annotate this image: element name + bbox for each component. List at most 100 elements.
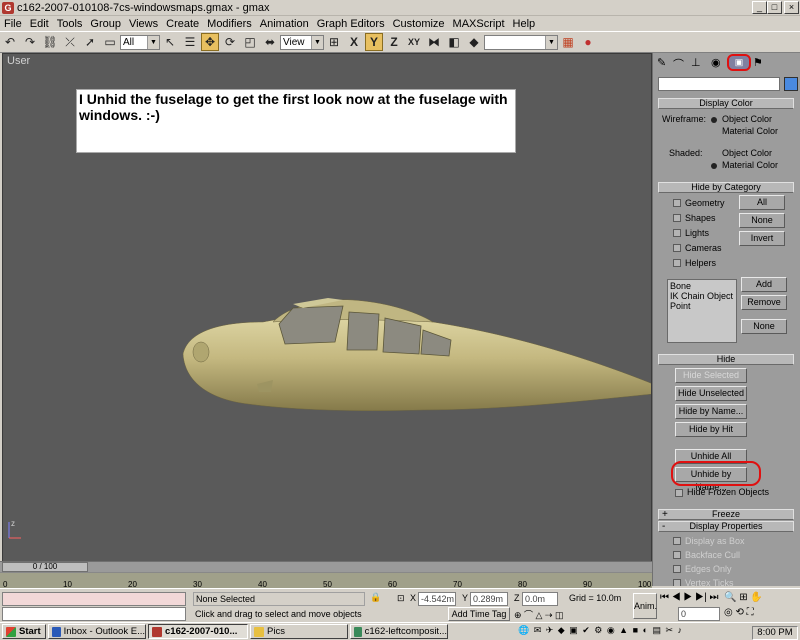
cameras-checkbox[interactable] bbox=[673, 244, 681, 252]
restrict-x-icon[interactable]: X bbox=[345, 33, 363, 51]
display-color-rollout-header[interactable]: Display Color bbox=[658, 98, 794, 109]
selection-filter-dropdown[interactable]: All bbox=[120, 34, 160, 50]
freeze-rollout-header[interactable]: + Freeze bbox=[658, 509, 794, 520]
all-button[interactable]: All bbox=[739, 195, 785, 210]
menu-modifiers[interactable]: Modifiers bbox=[203, 18, 256, 30]
material-editor-icon[interactable]: ▦ bbox=[559, 33, 577, 51]
region-select-icon[interactable]: ▭ bbox=[101, 33, 119, 51]
display-tab-icon[interactable]: ▣ bbox=[727, 54, 751, 71]
remove-button[interactable]: Remove bbox=[741, 295, 787, 310]
time-slider-thumb[interactable]: 0 / 100 bbox=[2, 562, 88, 572]
menu-customize[interactable]: Customize bbox=[389, 18, 449, 30]
menu-file[interactable]: File bbox=[0, 18, 26, 30]
hide-frozen-checkbox[interactable] bbox=[675, 489, 683, 497]
task-outlook[interactable]: Inbox - Outlook E... bbox=[48, 624, 146, 639]
menu-create[interactable]: Create bbox=[162, 18, 203, 30]
lights-checkbox[interactable] bbox=[673, 229, 681, 237]
select-and-rotate-icon[interactable]: ⟳ bbox=[221, 33, 239, 51]
hierarchy-tab-icon[interactable]: ⊥ bbox=[691, 56, 701, 69]
minimize-button[interactable]: _ bbox=[752, 1, 767, 14]
list-item[interactable]: Point bbox=[670, 301, 691, 311]
restrict-z-icon[interactable]: Z bbox=[385, 33, 403, 51]
menu-maxscript[interactable]: MAXScript bbox=[449, 18, 509, 30]
list-item[interactable]: IK Chain Object bbox=[670, 291, 733, 301]
list-item[interactable]: Bone bbox=[670, 281, 691, 291]
geometry-checkbox[interactable] bbox=[673, 199, 681, 207]
animate-button[interactable]: Anim. bbox=[633, 593, 657, 619]
menu-help[interactable]: Help bbox=[509, 18, 540, 30]
select-by-name-icon[interactable]: ☰ bbox=[181, 33, 199, 51]
time-slider[interactable]: 0 / 100 bbox=[0, 561, 652, 572]
display-as-box-checkbox[interactable] bbox=[673, 537, 681, 545]
edges-only-checkbox[interactable] bbox=[673, 565, 681, 573]
display-properties-rollout-header[interactable]: - Display Properties bbox=[658, 521, 794, 532]
menu-graph-editors[interactable]: Graph Editors bbox=[313, 18, 389, 30]
maxscript-input-field[interactable] bbox=[2, 607, 186, 621]
invert-button[interactable]: Invert bbox=[739, 231, 785, 246]
maxscript-listener-field[interactable] bbox=[2, 592, 186, 606]
category-listbox[interactable]: Bone IK Chain Object Point bbox=[667, 279, 737, 343]
x-coord-field[interactable]: -4.542m bbox=[418, 592, 456, 606]
current-frame-field[interactable]: 0 bbox=[678, 607, 720, 621]
select-and-squash-icon[interactable]: ⬌ bbox=[261, 33, 279, 51]
menu-views[interactable]: Views bbox=[125, 18, 162, 30]
create-tab-icon[interactable]: ✎ bbox=[657, 56, 666, 69]
wireframe-object-color-radio[interactable] bbox=[711, 117, 717, 123]
none-list-button[interactable]: None bbox=[741, 319, 787, 334]
lock-selection-icon[interactable]: 🔒 bbox=[370, 592, 382, 605]
z-coord-field[interactable]: 0.0m bbox=[522, 592, 558, 606]
start-button[interactable]: Start bbox=[2, 624, 46, 639]
utilities-tab-icon[interactable]: ⚑ bbox=[753, 56, 763, 69]
align-icon[interactable]: ◧ bbox=[445, 33, 463, 51]
menu-edit[interactable]: Edit bbox=[26, 18, 53, 30]
menu-animation[interactable]: Animation bbox=[256, 18, 313, 30]
modify-tab-icon[interactable]: ⌒ bbox=[673, 56, 684, 72]
snap-icon[interactable]: ◆ bbox=[465, 33, 483, 51]
restrict-xy-icon[interactable]: XY bbox=[405, 33, 423, 51]
menu-group[interactable]: Group bbox=[86, 18, 125, 30]
close-button[interactable]: × bbox=[784, 1, 799, 14]
menu-tools[interactable]: Tools bbox=[53, 18, 87, 30]
mirror-icon[interactable]: ⧓ bbox=[425, 33, 443, 51]
object-name-field[interactable] bbox=[658, 77, 780, 91]
restrict-y-icon[interactable]: Y bbox=[365, 33, 383, 51]
pivot-center-icon[interactable]: ⊞ bbox=[325, 33, 343, 51]
absolute-mode-icon[interactable]: ⊡ bbox=[397, 593, 405, 604]
backface-cull-checkbox[interactable] bbox=[673, 551, 681, 559]
task-composite[interactable]: c162-leftcomposit... bbox=[350, 624, 448, 639]
select-icon[interactable]: ↖ bbox=[161, 33, 179, 51]
task-pics[interactable]: Pics bbox=[250, 624, 348, 639]
shaded-material-color-radio[interactable] bbox=[711, 163, 717, 169]
hide-by-name-button[interactable]: Hide by Name... bbox=[675, 404, 747, 419]
tray-icons[interactable]: 🌐 ✉ ✈ ◆ ▣ ✔ ⚙ ◉ ▲ ■ ◐ ▤ ✂ ♪ bbox=[518, 625, 683, 636]
select-and-link-icon[interactable]: ⛓ bbox=[41, 33, 59, 51]
reference-coordinate-dropdown[interactable]: View bbox=[280, 34, 324, 50]
add-button[interactable]: Add bbox=[741, 277, 787, 292]
object-color-swatch[interactable] bbox=[784, 77, 798, 91]
add-time-tag-button[interactable]: Add Time Tag bbox=[448, 607, 510, 621]
playback-controls[interactable]: ⏮ ◀ ▶ ▶| ⏭ bbox=[660, 592, 718, 603]
none-button[interactable]: None bbox=[739, 213, 785, 228]
viewport-orbit-icons[interactable]: ◎ ⟲ ⛶ bbox=[724, 607, 754, 618]
undo-icon[interactable]: ↶ bbox=[1, 33, 19, 51]
task-gmax[interactable]: c162-2007-010... bbox=[148, 624, 248, 639]
y-coord-field[interactable]: 0.289m bbox=[470, 592, 508, 606]
shapes-checkbox[interactable] bbox=[673, 214, 681, 222]
render-teapot-icon[interactable]: ● bbox=[579, 33, 597, 51]
select-and-move-icon[interactable]: ✥ bbox=[201, 33, 219, 51]
motion-tab-icon[interactable]: ◉ bbox=[711, 56, 721, 69]
unlink-icon[interactable]: ⤫ bbox=[61, 33, 79, 51]
helpers-checkbox[interactable] bbox=[673, 259, 681, 267]
redo-icon[interactable]: ↷ bbox=[21, 33, 39, 51]
vertex-ticks-checkbox[interactable] bbox=[673, 579, 681, 586]
maximize-button[interactable]: □ bbox=[767, 1, 782, 14]
select-and-scale-icon[interactable]: ◰ bbox=[241, 33, 259, 51]
viewport-user[interactable]: User I Unhid the fuselage to get the fir… bbox=[2, 53, 652, 571]
viewport-navigation-icons[interactable]: 🔍 ⊞ ✋ bbox=[724, 592, 763, 603]
select-object-icon[interactable]: ➚ bbox=[81, 33, 99, 51]
track-bar[interactable]: 0 10 20 30 40 50 60 70 80 90 100 bbox=[0, 572, 652, 589]
named-selection-dropdown[interactable] bbox=[484, 34, 558, 50]
hide-by-hit-button[interactable]: Hide by Hit bbox=[675, 422, 747, 437]
snap-toggle-icons[interactable]: ⊕ ⌒ △ ⇢ ◫ bbox=[514, 608, 564, 621]
hide-by-category-rollout-header[interactable]: Hide by Category bbox=[658, 182, 794, 193]
